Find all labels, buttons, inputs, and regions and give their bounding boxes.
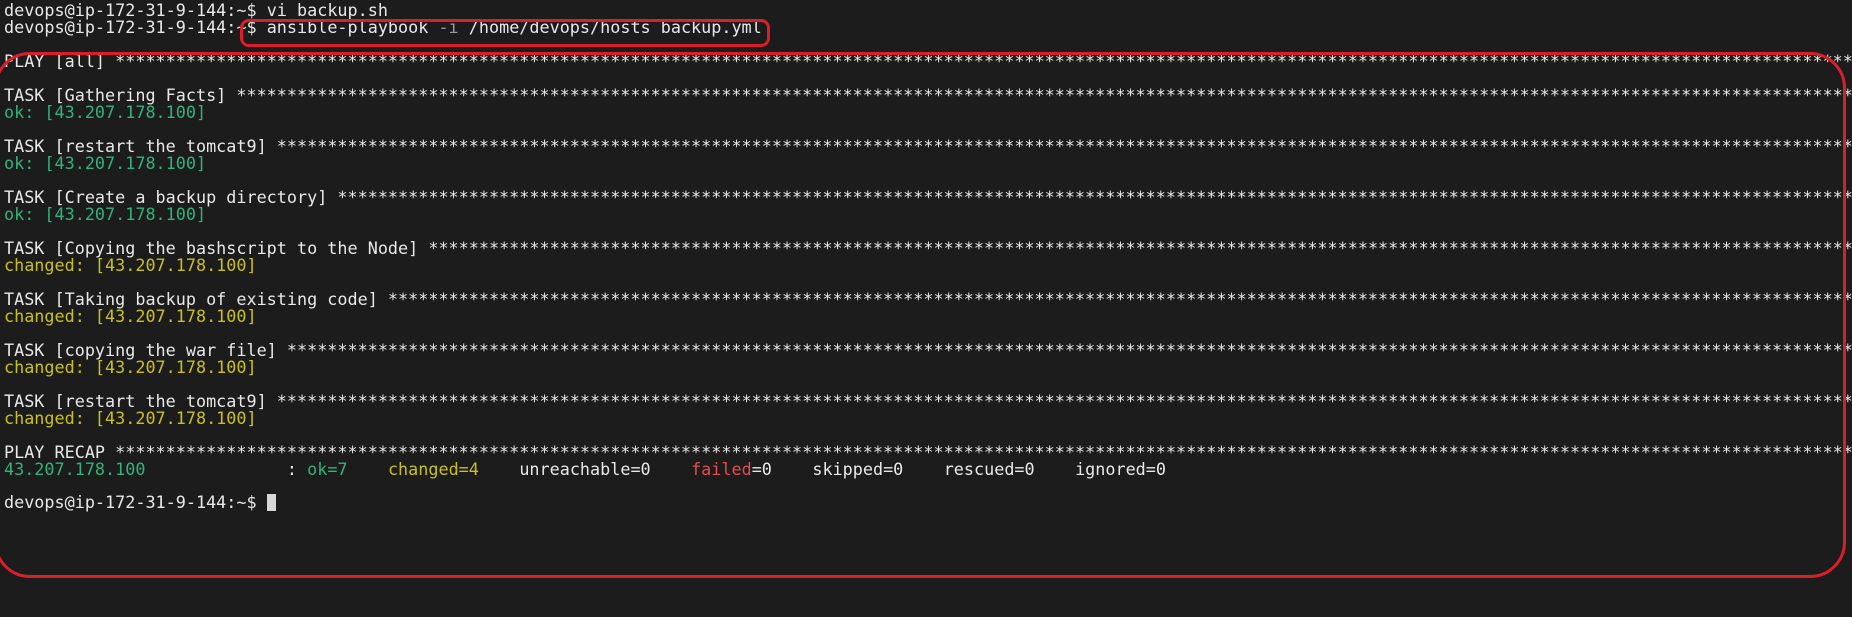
terminal-window[interactable]: devops@ip-172-31-9-144:~$ vi backup.sh d… <box>0 0 1852 617</box>
command-highlight-box <box>240 19 770 47</box>
output-highlight-box <box>0 52 1846 578</box>
prompt: devops@ip-172-31-9-144:~$ <box>4 17 257 37</box>
